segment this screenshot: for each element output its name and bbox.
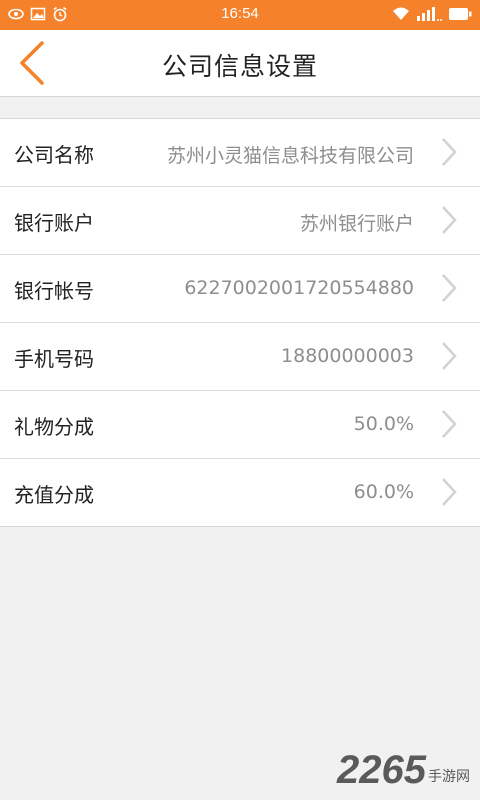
row-recharge-share[interactable]: 充值分成 60.0%	[0, 459, 480, 526]
row-value: 苏州小灵猫信息科技有限公司	[166, 145, 414, 167]
row-value: 50.0%	[353, 413, 414, 435]
row-company-name[interactable]: 公司名称 苏州小灵猫信息科技有限公司	[0, 119, 480, 187]
row-label: 银行账户	[14, 211, 94, 235]
row-value: 60.0%	[353, 481, 414, 503]
watermark-number: 2265	[337, 748, 426, 792]
watermark-text: 手游网	[428, 769, 470, 785]
status-right-icons	[392, 6, 472, 22]
watermark-logo: 2265 手游网	[337, 750, 470, 790]
chevron-right-icon	[442, 138, 457, 166]
chevron-right-icon	[442, 274, 457, 302]
row-bank-account-number[interactable]: 银行帐号 6227002001720554880	[0, 255, 480, 323]
page-title: 公司信息设置	[161, 52, 318, 81]
row-bank-account-name[interactable]: 银行账户 苏州银行账户	[0, 187, 480, 255]
company-info-list: 公司名称 苏州小灵猫信息科技有限公司 银行账户 苏州银行账户 银行帐号 6227…	[0, 118, 480, 527]
row-label: 公司名称	[14, 143, 94, 167]
wifi-icon	[392, 6, 410, 22]
chevron-right-icon	[442, 206, 457, 234]
page-header: 公司信息设置	[0, 30, 480, 97]
status-bar: 16:54	[0, 0, 480, 30]
chevron-right-icon	[442, 342, 457, 370]
row-value: 6227002001720554880	[184, 277, 414, 299]
row-gift-share[interactable]: 礼物分成 50.0%	[0, 391, 480, 459]
row-label: 手机号码	[14, 347, 94, 371]
signal-icon	[416, 6, 442, 22]
chevron-right-icon	[442, 478, 457, 506]
row-value: 18800000003	[281, 345, 414, 367]
row-label: 银行帐号	[14, 279, 94, 303]
row-label: 充值分成	[14, 483, 94, 507]
row-value: 苏州银行账户	[299, 213, 414, 235]
chevron-right-icon	[442, 410, 457, 438]
row-phone-number[interactable]: 手机号码 18800000003	[0, 323, 480, 391]
battery-icon	[448, 7, 472, 21]
row-label: 礼物分成	[14, 415, 94, 439]
